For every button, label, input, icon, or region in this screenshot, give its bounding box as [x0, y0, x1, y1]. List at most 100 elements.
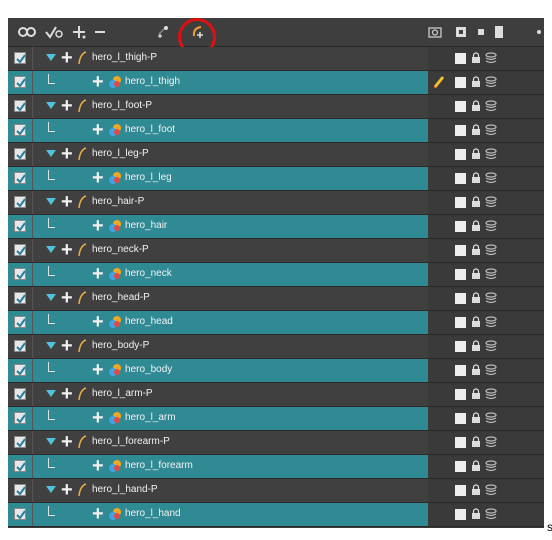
layer-color-swatch[interactable] [455, 317, 466, 328]
expand-arrow-icon[interactable] [46, 390, 56, 397]
layer-enable-checkbox[interactable] [14, 364, 26, 376]
lock-icon[interactable] [471, 268, 481, 280]
expand-arrow-icon[interactable] [46, 294, 56, 301]
layer-stack-icon[interactable] [485, 340, 497, 352]
drawing-layer-row[interactable]: + hero_hair [8, 215, 544, 239]
lock-icon[interactable] [471, 220, 481, 232]
layer-color-swatch[interactable] [455, 485, 466, 496]
layer-enable-checkbox[interactable] [14, 52, 26, 64]
layer-name-cell[interactable]: + hero_l_thigh-P [8, 47, 428, 70]
peg-layer-row[interactable]: + hero_hair-P [8, 191, 544, 215]
layer-color-swatch[interactable] [455, 269, 466, 280]
layer-enable-checkbox[interactable] [14, 124, 26, 136]
layer-stack-icon[interactable] [485, 172, 497, 184]
layer-color-swatch[interactable] [455, 125, 466, 136]
peg-layer-row[interactable]: + hero_l_hand-P [8, 479, 544, 503]
layer-color-swatch[interactable] [455, 101, 466, 112]
lock-icon[interactable] [471, 508, 481, 520]
layer-stack-icon[interactable] [485, 436, 497, 448]
drawing-layer-row[interactable]: + hero_neck [8, 263, 544, 287]
peg-layer-row[interactable]: + hero_head-P [8, 287, 544, 311]
expand-arrow-icon[interactable] [46, 342, 56, 349]
layer-stack-icon[interactable] [485, 196, 497, 208]
layer-color-swatch[interactable] [455, 197, 466, 208]
lock-icon[interactable] [471, 172, 481, 184]
layer-name-cell[interactable]: + hero_body [8, 359, 428, 382]
layer-enable-checkbox[interactable] [14, 292, 26, 304]
lock-icon[interactable] [471, 292, 481, 304]
layer-enable-checkbox[interactable] [14, 412, 26, 424]
layer-color-swatch[interactable] [455, 53, 466, 64]
layer-name-cell[interactable]: + hero_l_forearm [8, 455, 428, 478]
peg-layer-row[interactable]: + hero_neck-P [8, 239, 544, 263]
expand-arrow-icon[interactable] [46, 150, 56, 157]
layer-enable-checkbox[interactable] [14, 100, 26, 112]
layer-stack-icon[interactable] [485, 388, 497, 400]
display-icon[interactable] [454, 23, 468, 41]
layer-color-swatch[interactable] [455, 389, 466, 400]
layer-name-cell[interactable]: + hero_l_arm-P [8, 383, 428, 406]
layer-color-swatch[interactable] [455, 437, 466, 448]
layer-stack-icon[interactable] [485, 364, 497, 376]
layer-name-cell[interactable]: + hero_l_foot [8, 119, 428, 142]
peg-layer-row[interactable]: + hero_l_forearm-P [8, 431, 544, 455]
layer-color-swatch[interactable] [455, 293, 466, 304]
layer-stack-icon[interactable] [485, 100, 497, 112]
layer-enable-checkbox[interactable] [14, 460, 26, 472]
layer-color-swatch[interactable] [455, 149, 466, 160]
layer-enable-checkbox[interactable] [14, 388, 26, 400]
layer-name-cell[interactable]: + hero_neck-P [8, 239, 428, 262]
expand-arrow-icon[interactable] [46, 246, 56, 253]
lock-icon[interactable] [471, 340, 481, 352]
lock-icon[interactable] [471, 316, 481, 328]
layer-enable-checkbox[interactable] [14, 316, 26, 328]
layer-stack-icon[interactable] [485, 508, 497, 520]
column-options-icon[interactable] [534, 23, 544, 41]
layer-name-cell[interactable]: + hero_hair [8, 215, 428, 238]
expand-arrow-icon[interactable] [46, 54, 56, 61]
expand-arrow-icon[interactable] [46, 438, 56, 445]
layer-enable-checkbox[interactable] [14, 220, 26, 232]
layer-name-cell[interactable]: + hero_l_hand-P [8, 479, 428, 502]
layer-enable-checkbox[interactable] [14, 484, 26, 496]
layer-color-swatch[interactable] [455, 509, 466, 520]
peg-layer-row[interactable]: + hero_body-P [8, 335, 544, 359]
layer-enable-checkbox[interactable] [14, 76, 26, 88]
add-peg-icon[interactable] [154, 23, 172, 41]
layer-enable-checkbox[interactable] [14, 148, 26, 160]
layer-color-swatch[interactable] [455, 77, 466, 88]
expand-arrow-icon[interactable] [46, 198, 56, 205]
layer-name-cell[interactable]: + hero_body-P [8, 335, 428, 358]
layer-color-swatch[interactable] [455, 173, 466, 184]
delete-layer-icon[interactable] [92, 23, 108, 41]
lock-icon[interactable] [471, 412, 481, 424]
layer-stack-icon[interactable] [485, 52, 497, 64]
layer-stack-icon[interactable] [485, 244, 497, 256]
layer-stack-icon[interactable] [485, 148, 497, 160]
layer-name-cell[interactable]: + hero_l_leg-P [8, 143, 428, 166]
layer-stack-icon[interactable] [485, 76, 497, 88]
expand-arrow-icon[interactable] [46, 102, 56, 109]
peg-layer-row[interactable]: + hero_l_leg-P [8, 143, 544, 167]
lock-icon[interactable] [471, 484, 481, 496]
peg-layer-row[interactable]: + hero_l_arm-P [8, 383, 544, 407]
layer-color-swatch[interactable] [455, 221, 466, 232]
drawing-layer-row[interactable]: + hero_body [8, 359, 544, 383]
layer-name-cell[interactable]: + hero_l_foot-P [8, 95, 428, 118]
peg-layer-row[interactable]: + hero_l_thigh-P [8, 47, 544, 71]
layer-color-swatch[interactable] [455, 461, 466, 472]
layer-name-cell[interactable]: + hero_neck [8, 263, 428, 286]
lock-icon[interactable] [471, 148, 481, 160]
drawing-layer-row[interactable]: + hero_head [8, 311, 544, 335]
layer-enable-checkbox[interactable] [14, 172, 26, 184]
expand-arrow-icon[interactable] [46, 486, 56, 493]
drawing-layer-row[interactable]: + hero_l_forearm [8, 455, 544, 479]
layer-name-cell[interactable]: + hero_hair-P [8, 191, 428, 214]
layer-color-swatch[interactable] [455, 341, 466, 352]
layer-name-cell[interactable]: + hero_l_thigh [8, 71, 428, 94]
lock-icon[interactable] [471, 460, 481, 472]
lock-icon[interactable] [471, 244, 481, 256]
lock-icon[interactable] [471, 196, 481, 208]
layer-stack-icon[interactable] [485, 316, 497, 328]
drawing-layer-row[interactable]: + hero_l_thigh [8, 71, 544, 95]
